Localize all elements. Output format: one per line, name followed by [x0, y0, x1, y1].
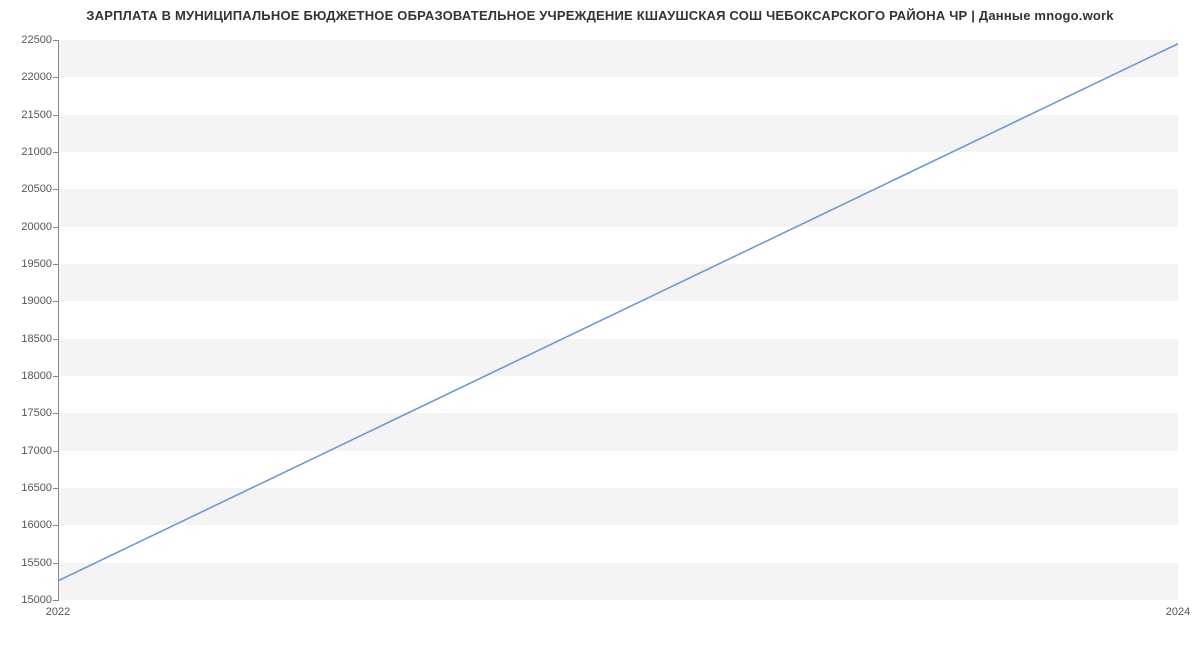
y-tick-label: 22000 [4, 71, 52, 83]
y-tick [53, 115, 59, 116]
y-tick-label: 15500 [4, 557, 52, 569]
y-tick [53, 525, 59, 526]
x-tick-label: 2022 [46, 606, 70, 618]
y-tick-label: 16500 [4, 482, 52, 494]
y-tick-label: 19000 [4, 295, 52, 307]
y-tick [53, 339, 59, 340]
y-tick-label: 21000 [4, 146, 52, 158]
x-tick-label: 2024 [1166, 606, 1190, 618]
y-tick-label: 22500 [4, 34, 52, 46]
y-tick [53, 227, 59, 228]
y-tick-label: 17500 [4, 407, 52, 419]
y-tick [53, 451, 59, 452]
line-series [59, 40, 1178, 599]
y-tick [53, 152, 59, 153]
y-tick-label: 19500 [4, 258, 52, 270]
y-tick-label: 20000 [4, 221, 52, 233]
plot-area [58, 40, 1178, 600]
y-tick [53, 488, 59, 489]
series-line [59, 44, 1178, 581]
y-tick [53, 40, 59, 41]
chart-title: ЗАРПЛАТА В МУНИЦИПАЛЬНОЕ БЮДЖЕТНОЕ ОБРАЗ… [0, 8, 1200, 23]
y-tick-label: 20500 [4, 183, 52, 195]
y-tick [53, 77, 59, 78]
y-tick-label: 21500 [4, 109, 52, 121]
y-tick-label: 18000 [4, 370, 52, 382]
y-tick [53, 264, 59, 265]
y-tick [53, 563, 59, 564]
y-tick [53, 413, 59, 414]
y-tick-label: 17000 [4, 445, 52, 457]
y-tick [53, 301, 59, 302]
y-tick [53, 189, 59, 190]
y-tick-label: 18500 [4, 333, 52, 345]
y-tick [53, 600, 59, 601]
y-tick [53, 376, 59, 377]
chart-container: ЗАРПЛАТА В МУНИЦИПАЛЬНОЕ БЮДЖЕТНОЕ ОБРАЗ… [0, 0, 1200, 650]
y-tick-label: 16000 [4, 519, 52, 531]
y-tick-label: 15000 [4, 594, 52, 606]
